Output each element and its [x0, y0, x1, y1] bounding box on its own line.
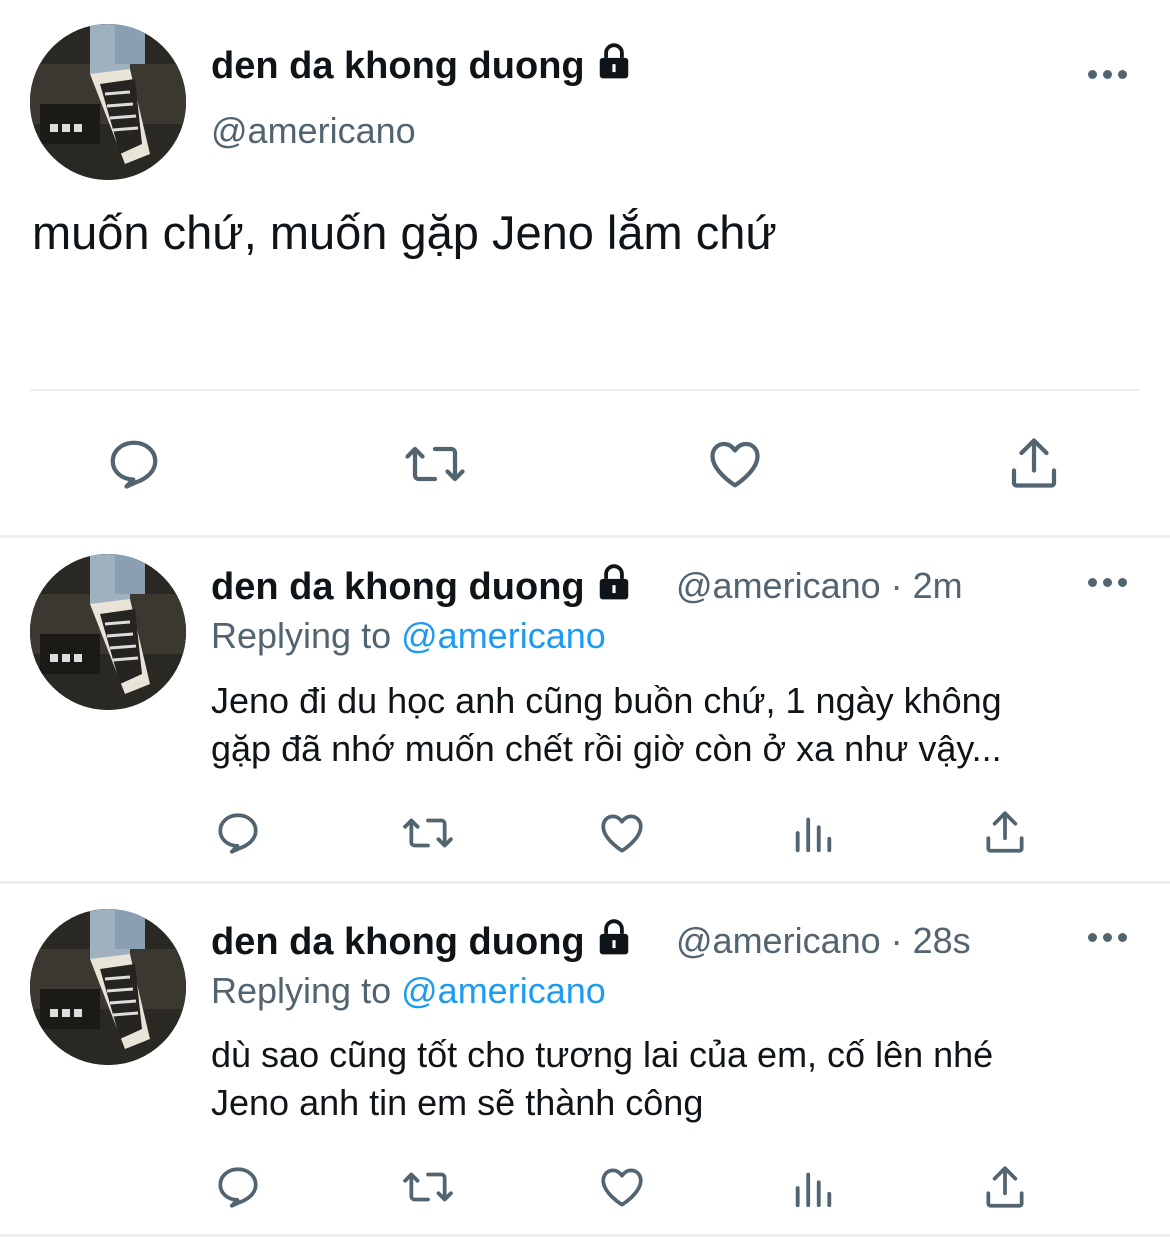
- analytics-icon[interactable]: [790, 1165, 836, 1211]
- tweet-text: Jeno đi du học anh cũng buồn chứ, 1 ngày…: [211, 677, 1141, 773]
- reply-icon[interactable]: [213, 808, 263, 858]
- replying-to: Replying to @americano: [211, 615, 606, 657]
- reply-icon[interactable]: [104, 434, 164, 494]
- handle[interactable]: @americano: [211, 110, 416, 152]
- display-name[interactable]: den da khong duong: [211, 563, 633, 611]
- retweet-icon[interactable]: [400, 808, 456, 858]
- tweet-text-line: dù sao cũng tốt cho tương lai của em, cố…: [211, 1034, 994, 1075]
- lock-icon: [595, 563, 633, 611]
- display-name-text: den da khong duong: [211, 921, 585, 963]
- lock-icon: [595, 42, 633, 90]
- like-icon[interactable]: [596, 1162, 648, 1212]
- more-options-icon[interactable]: [1088, 68, 1128, 80]
- avatar[interactable]: [30, 554, 186, 710]
- tweet-text: muốn chứ, muốn gặp Jeno lắm chứ: [32, 206, 777, 259]
- mention-link[interactable]: @americano: [401, 615, 606, 656]
- tweet-separator: [0, 1234, 1170, 1237]
- retweet-icon[interactable]: [400, 1162, 456, 1212]
- avatar[interactable]: [30, 24, 186, 180]
- tweet-meta: @americano · 28s: [676, 920, 971, 961]
- tweet-separator: [0, 881, 1170, 884]
- share-icon[interactable]: [980, 1161, 1030, 1213]
- replying-to: Replying to @americano: [211, 970, 606, 1012]
- display-name[interactable]: den da khong duong: [211, 918, 633, 966]
- analytics-icon[interactable]: [790, 810, 836, 856]
- tweet-meta: @americano · 2m: [676, 565, 963, 606]
- share-icon[interactable]: [1004, 432, 1064, 494]
- tweet-text-line: Jeno đi du học anh cũng buồn chứ, 1 ngày…: [211, 680, 1002, 721]
- replying-to-label: Replying to: [211, 970, 392, 1011]
- display-name[interactable]: den da khong duong: [211, 42, 633, 90]
- retweet-icon[interactable]: [402, 434, 468, 494]
- divider: [30, 389, 1140, 391]
- tweet-text: dù sao cũng tốt cho tương lai của em, cố…: [211, 1031, 1141, 1127]
- like-icon[interactable]: [596, 808, 648, 858]
- display-name-text: den da khong duong: [211, 45, 585, 87]
- replying-to-label: Replying to: [211, 615, 392, 656]
- display-name-text: den da khong duong: [211, 566, 585, 608]
- share-icon[interactable]: [980, 806, 1030, 858]
- tweet-text-line: Jeno anh tin em sẽ thành công: [211, 1082, 704, 1123]
- mention-link[interactable]: @americano: [401, 970, 606, 1011]
- more-options-icon[interactable]: [1088, 931, 1128, 943]
- more-options-icon[interactable]: [1088, 576, 1128, 588]
- tweet-text-line: gặp đã nhớ muốn chết rồi giờ còn ở xa nh…: [211, 728, 1002, 769]
- tweet-separator: [0, 535, 1170, 538]
- like-icon[interactable]: [704, 434, 766, 494]
- lock-icon: [595, 918, 633, 966]
- avatar[interactable]: [30, 909, 186, 1065]
- reply-icon[interactable]: [213, 1162, 263, 1212]
